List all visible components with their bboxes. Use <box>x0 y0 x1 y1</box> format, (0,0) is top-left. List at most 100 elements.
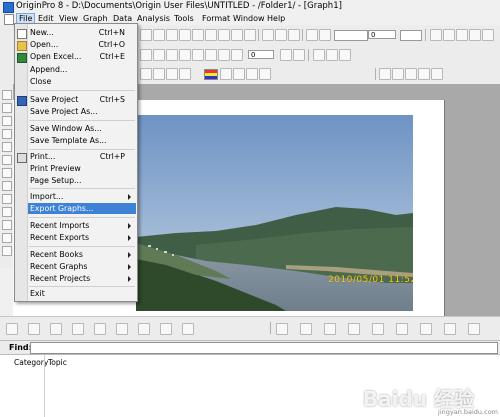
align-right-icon[interactable] <box>166 68 178 80</box>
copy-icon[interactable] <box>443 29 455 41</box>
font-size-input[interactable]: 0 <box>248 50 274 59</box>
menu-item-export-graphs[interactable]: Export Graphs... <box>28 203 136 214</box>
line-width-input[interactable]: 0 <box>368 30 396 39</box>
cut-icon[interactable] <box>430 29 442 41</box>
menu-item-exit[interactable]: Exit <box>29 288 135 299</box>
paste-icon[interactable] <box>456 29 468 41</box>
menu-item-recent-exports[interactable]: Recent Exports <box>29 232 135 243</box>
menu-item-recent-books[interactable]: Recent Books <box>29 249 135 260</box>
align-top-icon[interactable] <box>179 68 191 80</box>
column-plot-icon[interactable] <box>72 323 84 335</box>
screen-reader-icon[interactable] <box>2 129 12 139</box>
menu-window[interactable]: Window <box>231 14 267 23</box>
rescale-icon[interactable] <box>339 49 351 61</box>
menu-analysis[interactable]: Analysis <box>135 14 172 23</box>
scale-icon[interactable] <box>2 116 12 126</box>
stat-plot-icon[interactable] <box>116 323 128 335</box>
menu-item-save-window-as[interactable]: Save Window As... <box>29 123 135 134</box>
size-icon[interactable] <box>444 323 456 335</box>
save-icon[interactable] <box>166 29 178 41</box>
clock-icon[interactable] <box>246 68 258 80</box>
script-icon[interactable] <box>275 29 287 41</box>
menu-graph[interactable]: Graph <box>81 14 110 23</box>
refresh-icon[interactable] <box>288 29 300 41</box>
menu-item-open[interactable]: Open... Ctrl+O <box>29 39 135 50</box>
rotate-icon[interactable] <box>392 68 404 80</box>
menu-item-recent-graphs[interactable]: Recent Graphs <box>29 261 135 272</box>
back-icon[interactable] <box>324 323 336 335</box>
zoom-icon[interactable] <box>2 103 12 113</box>
line-tool-icon[interactable] <box>2 220 12 230</box>
menu-item-save-project-as[interactable]: Save Project As... <box>29 106 135 117</box>
align-left-icon[interactable] <box>140 68 152 80</box>
tree-icon[interactable] <box>306 29 318 41</box>
menu-data[interactable]: Data <box>111 14 134 23</box>
menu-edit[interactable]: Edit <box>36 14 56 23</box>
tab-topic[interactable]: Topic <box>48 358 67 367</box>
data-selector-icon[interactable] <box>2 155 12 165</box>
menu-item-import[interactable]: Import... <box>29 191 135 202</box>
color-palette-icon[interactable] <box>204 69 218 80</box>
backward-icon[interactable] <box>372 323 384 335</box>
find-input[interactable] <box>30 342 498 354</box>
menu-help[interactable]: Help <box>265 14 287 23</box>
undo-icon[interactable] <box>482 29 494 41</box>
decrease-font-icon[interactable] <box>231 49 243 61</box>
align-center-icon[interactable] <box>153 68 165 80</box>
zoom-in-icon[interactable] <box>313 49 325 61</box>
lock-icon[interactable] <box>468 323 480 335</box>
zoom-out-icon[interactable] <box>326 49 338 61</box>
menu-item-page-setup[interactable]: Page Setup... <box>29 175 135 186</box>
menu-item-recent-imports[interactable]: Recent Imports <box>29 220 135 231</box>
fill-select[interactable] <box>400 30 422 41</box>
template-plot-icon[interactable] <box>182 323 194 335</box>
region-tool-icon[interactable] <box>2 246 12 256</box>
menu-item-print-preview[interactable]: Print Preview <box>29 163 135 174</box>
ungroup-icon[interactable] <box>431 68 443 80</box>
document-icon[interactable] <box>4 14 14 25</box>
object-edit-icon[interactable] <box>276 323 288 335</box>
superscript-icon[interactable] <box>179 49 191 61</box>
new-layout-icon[interactable] <box>244 29 256 41</box>
print-icon[interactable] <box>192 29 204 41</box>
import-icon[interactable] <box>140 29 152 41</box>
text-align-icon[interactable] <box>293 49 305 61</box>
draw-data-icon[interactable] <box>2 168 12 178</box>
increase-font-icon[interactable] <box>218 49 230 61</box>
bar-plot-icon[interactable] <box>94 323 106 335</box>
line-plot-icon[interactable] <box>6 323 18 335</box>
new-workbook-icon[interactable] <box>218 29 230 41</box>
paste-link-icon[interactable] <box>469 29 481 41</box>
grid-icon[interactable] <box>233 68 245 80</box>
text-tool-icon[interactable] <box>2 194 12 204</box>
new-matrix-icon[interactable] <box>231 29 243 41</box>
menu-tools[interactable]: Tools <box>172 14 196 23</box>
bold-icon[interactable] <box>140 49 152 61</box>
menu-item-append[interactable]: Append... <box>29 64 135 75</box>
arrow-pointer-icon[interactable] <box>2 90 12 100</box>
menu-item-save-project[interactable]: Save Project Ctrl+S <box>29 94 135 105</box>
arrow-tool-icon[interactable] <box>2 207 12 217</box>
menu-format[interactable]: Format <box>200 14 232 23</box>
menu-item-close[interactable]: Close <box>29 76 135 87</box>
open-icon[interactable] <box>153 29 165 41</box>
table-icon[interactable] <box>220 68 232 80</box>
regional-mask-icon[interactable] <box>2 181 12 191</box>
layers-icon[interactable] <box>319 29 331 41</box>
surface-plot-icon[interactable] <box>138 323 150 335</box>
polar-plot-icon[interactable] <box>160 323 172 335</box>
menu-item-recent-projects[interactable]: Recent Projects <box>29 273 135 284</box>
forward-icon[interactable] <box>348 323 360 335</box>
line-symbol-plot-icon[interactable] <box>50 323 62 335</box>
menu-item-open-excel[interactable]: Open Excel... Ctrl+E <box>29 51 135 62</box>
landscape-photo[interactable]: 2010/05/01 11:52 <box>136 115 413 311</box>
line-style-select[interactable] <box>334 30 368 41</box>
front-icon[interactable] <box>300 323 312 335</box>
save-template-icon[interactable] <box>179 29 191 41</box>
new-graph-icon[interactable] <box>205 29 217 41</box>
flip-icon[interactable] <box>405 68 417 80</box>
menu-view[interactable]: View <box>57 14 80 23</box>
frame-icon[interactable] <box>259 68 271 80</box>
font-color-icon[interactable] <box>280 49 292 61</box>
group-icon[interactable] <box>418 68 430 80</box>
